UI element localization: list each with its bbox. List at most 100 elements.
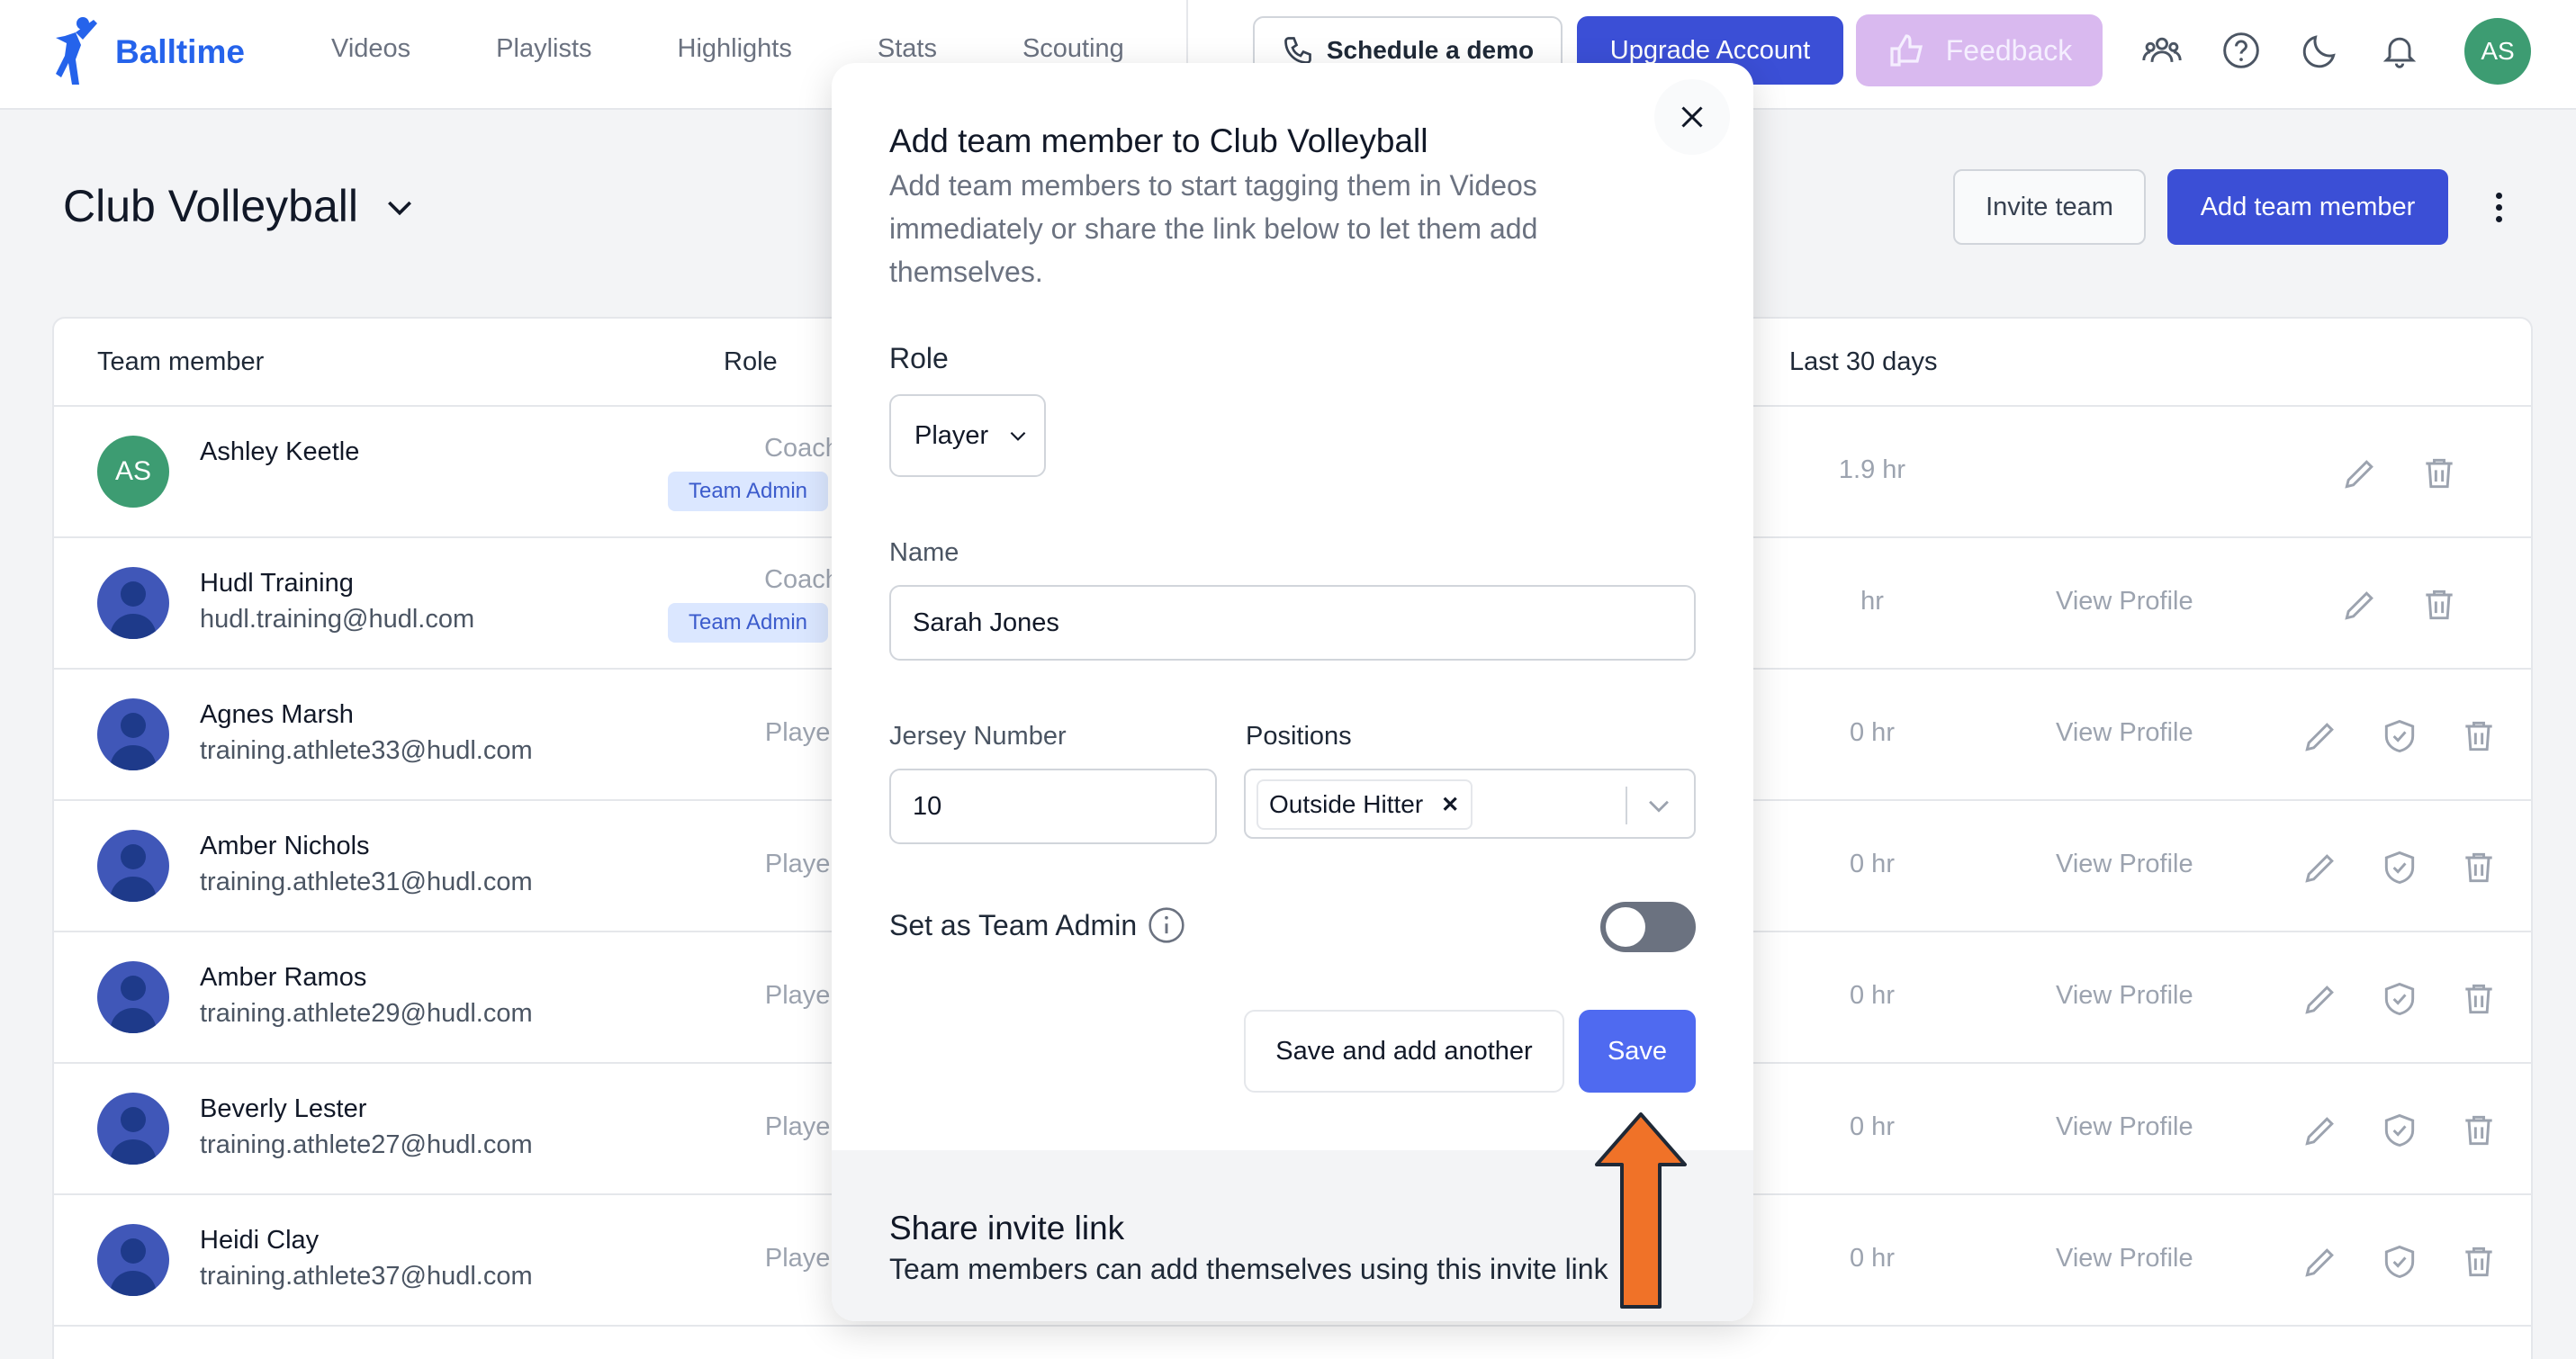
view-profile-link[interactable]: View Profile bbox=[2056, 850, 2193, 879]
save-button[interactable]: Save bbox=[1579, 1010, 1696, 1093]
jersey-number-label: Jersey Number bbox=[889, 722, 1067, 751]
view-profile-link[interactable]: View Profile bbox=[2056, 981, 2193, 1011]
pencil-icon[interactable] bbox=[2301, 848, 2340, 887]
header-team-member: Team member bbox=[97, 347, 265, 376]
shield-check-icon[interactable] bbox=[2380, 979, 2419, 1019]
phone-icon bbox=[1283, 37, 1311, 64]
view-profile-link[interactable]: View Profile bbox=[2056, 718, 2193, 748]
shield-check-icon[interactable] bbox=[2380, 1111, 2419, 1150]
member-name: Agnes Marsh bbox=[200, 700, 354, 729]
view-profile-link[interactable]: View Profile bbox=[2056, 1244, 2193, 1274]
main-nav: Videos Playlists Highlights Stats Scouti… bbox=[331, 34, 1210, 64]
avatar bbox=[97, 1224, 169, 1296]
trash-icon[interactable] bbox=[2459, 1242, 2499, 1282]
help-circle-icon[interactable] bbox=[2220, 29, 2263, 72]
trash-icon[interactable] bbox=[2459, 716, 2499, 756]
member-hours: 0 hr bbox=[1850, 981, 1895, 1010]
trash-icon[interactable] bbox=[2459, 979, 2499, 1019]
pencil-icon[interactable] bbox=[2301, 1111, 2340, 1150]
default-avatar-icon bbox=[110, 976, 157, 1033]
shield-check-icon[interactable] bbox=[2380, 1242, 2419, 1282]
member-name: Hudl Training bbox=[200, 569, 354, 598]
nav-stats[interactable]: Stats bbox=[878, 34, 937, 64]
trash-icon[interactable] bbox=[2419, 585, 2459, 625]
role-select-value: Player bbox=[914, 420, 989, 450]
nav-videos[interactable]: Videos bbox=[331, 34, 410, 64]
member-email: hudl.training@hudl.com bbox=[200, 605, 475, 634]
trash-icon[interactable] bbox=[2459, 1111, 2499, 1150]
bell-icon[interactable] bbox=[2378, 29, 2421, 72]
trash-icon[interactable] bbox=[2459, 848, 2499, 887]
shield-check-icon[interactable] bbox=[2380, 716, 2419, 756]
role-select[interactable]: Player bbox=[889, 394, 1046, 477]
close-button[interactable] bbox=[1654, 79, 1730, 155]
pencil-icon[interactable] bbox=[2301, 979, 2340, 1019]
avatar bbox=[97, 698, 169, 770]
member-name: Heidi Clay bbox=[200, 1226, 320, 1255]
share-invite-description: Team members can add themselves using th… bbox=[889, 1253, 1608, 1285]
view-profile-link[interactable]: View Profile bbox=[2056, 1112, 2193, 1142]
chevron-down-icon[interactable] bbox=[382, 189, 418, 225]
shield-check-icon[interactable] bbox=[2380, 848, 2419, 887]
chevron-down-icon bbox=[1010, 431, 1026, 441]
position-chip-label: Outside Hitter bbox=[1269, 790, 1424, 818]
member-name: Amber Ramos bbox=[200, 963, 367, 992]
role-label: Role bbox=[889, 342, 949, 374]
name-input[interactable]: Sarah Jones bbox=[889, 585, 1696, 661]
positions-select[interactable]: Outside Hitter ✕ bbox=[1244, 769, 1696, 839]
header-role: Role bbox=[724, 347, 778, 376]
member-email: training.athlete27@hudl.com bbox=[200, 1130, 533, 1159]
member-hours: 0 hr bbox=[1850, 1244, 1895, 1273]
jersey-number-input[interactable]: 10 bbox=[889, 769, 1217, 844]
position-chip: Outside Hitter ✕ bbox=[1256, 779, 1473, 830]
pencil-icon[interactable] bbox=[2340, 585, 2380, 625]
member-hours: hr bbox=[1860, 587, 1884, 616]
toggle-knob bbox=[1606, 907, 1645, 947]
name-label: Name bbox=[889, 538, 959, 567]
team-title: Club Volleyball bbox=[63, 181, 358, 231]
moon-icon[interactable] bbox=[2299, 29, 2342, 72]
nav-highlights[interactable]: Highlights bbox=[678, 34, 792, 64]
app-name: Balltime bbox=[115, 33, 245, 70]
default-avatar-icon bbox=[110, 1238, 157, 1296]
default-avatar-icon bbox=[110, 844, 157, 902]
app-logo[interactable]: Balltime bbox=[49, 14, 245, 90]
remove-position-icon[interactable]: ✕ bbox=[1441, 792, 1459, 818]
member-name: Beverly Lester bbox=[200, 1094, 367, 1123]
modal-title: Add team member to Club Volleyball bbox=[889, 122, 1428, 159]
chevron-down-icon[interactable] bbox=[1644, 790, 1674, 821]
team-icon[interactable] bbox=[2140, 29, 2184, 72]
modal-description: Add team members to start tagging them i… bbox=[889, 169, 1538, 288]
feedback-label: Feedback bbox=[1945, 33, 2073, 67]
member-hours: 0 hr bbox=[1850, 718, 1895, 747]
team-admin-toggle[interactable] bbox=[1600, 902, 1696, 952]
pencil-icon[interactable] bbox=[2301, 1242, 2340, 1282]
info-icon[interactable] bbox=[1147, 905, 1186, 945]
view-profile-link[interactable]: View Profile bbox=[2056, 587, 2193, 616]
pencil-icon[interactable] bbox=[2301, 716, 2340, 756]
share-invite-title: Share invite link bbox=[889, 1210, 1125, 1246]
header-last-30-days: Last 30 days bbox=[1789, 347, 1938, 376]
pencil-icon[interactable] bbox=[2340, 454, 2380, 493]
save-and-add-another-button[interactable]: Save and add another bbox=[1244, 1010, 1564, 1093]
nav-scouting[interactable]: Scouting bbox=[1022, 34, 1124, 64]
more-options-icon[interactable] bbox=[2482, 180, 2515, 234]
nav-playlists[interactable]: Playlists bbox=[496, 34, 591, 64]
positions-separator bbox=[1626, 787, 1627, 824]
invite-team-button[interactable]: Invite team bbox=[1953, 169, 2146, 245]
positions-label: Positions bbox=[1246, 722, 1352, 751]
feedback-button[interactable]: Feedback bbox=[1856, 14, 2103, 86]
annotation-arrow-icon bbox=[1595, 1112, 1687, 1309]
thumbs-icon bbox=[1890, 34, 1923, 67]
member-name: Amber Nichols bbox=[200, 832, 370, 860]
schedule-demo-label: Schedule a demo bbox=[1326, 36, 1535, 64]
trash-icon[interactable] bbox=[2419, 454, 2459, 493]
team-admin-badge: Team Admin bbox=[668, 603, 828, 643]
member-email: training.athlete37@hudl.com bbox=[200, 1262, 533, 1291]
default-avatar-icon bbox=[110, 1107, 157, 1165]
avatar: AS bbox=[97, 436, 169, 508]
member-hours: 0 hr bbox=[1850, 850, 1895, 878]
user-avatar[interactable]: AS bbox=[2464, 18, 2531, 85]
default-avatar-icon bbox=[110, 581, 157, 639]
add-team-member-button[interactable]: Add team member bbox=[2167, 169, 2448, 245]
